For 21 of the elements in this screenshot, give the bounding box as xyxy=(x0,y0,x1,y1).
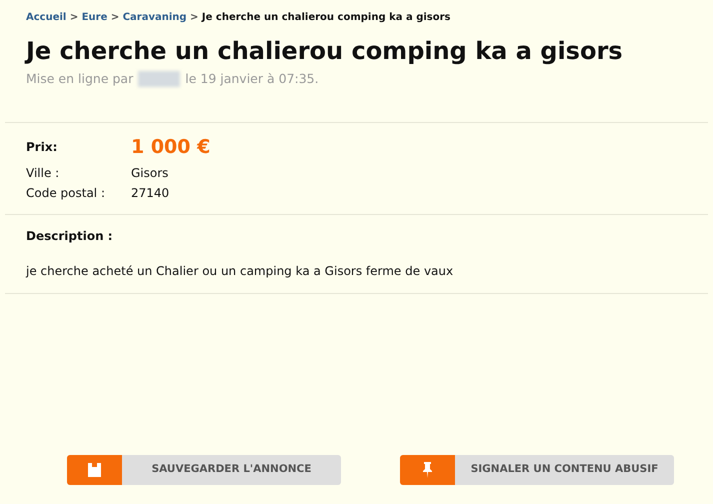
save-ad-button[interactable]: SAUVEGARDER L'ANNONCE xyxy=(67,455,341,486)
description-heading: Description : xyxy=(26,228,114,246)
price-value: 1 000 € xyxy=(131,134,210,160)
report-button[interactable]: SIGNALER UN CONTENU ABUSIF xyxy=(400,455,674,486)
breadcrumb-link[interactable]: Eure xyxy=(82,12,108,23)
breadcrumb-separator: > xyxy=(189,12,200,23)
field-label: Ville : xyxy=(26,165,60,182)
posted-date: le 19 janvier à 07:35. xyxy=(185,70,319,88)
breadcrumb-separator: > xyxy=(68,12,80,23)
breadcrumb-separator: > xyxy=(110,12,120,23)
field-value: 27140 xyxy=(131,185,170,202)
field-value: Gisors xyxy=(131,165,168,182)
description-text: je cherche acheté un Chalier ou un camping ka a Gisors ferme de vaux xyxy=(26,263,454,280)
breadcrumb-link[interactable]: Accueil xyxy=(26,12,66,23)
price-label: Prix: xyxy=(26,138,58,156)
breadcrumb-link[interactable]: Caravaning xyxy=(122,12,187,23)
posted-by-text: Mise en ligne par xyxy=(26,70,134,88)
blurred-username xyxy=(138,71,180,88)
field-label: Code postal : xyxy=(26,185,106,202)
breadcrumb-current: Je cherche un chalierou comping ka a gisors xyxy=(202,12,450,23)
page-title: Je cherche un chalierou comping ka a gisors xyxy=(26,37,624,66)
